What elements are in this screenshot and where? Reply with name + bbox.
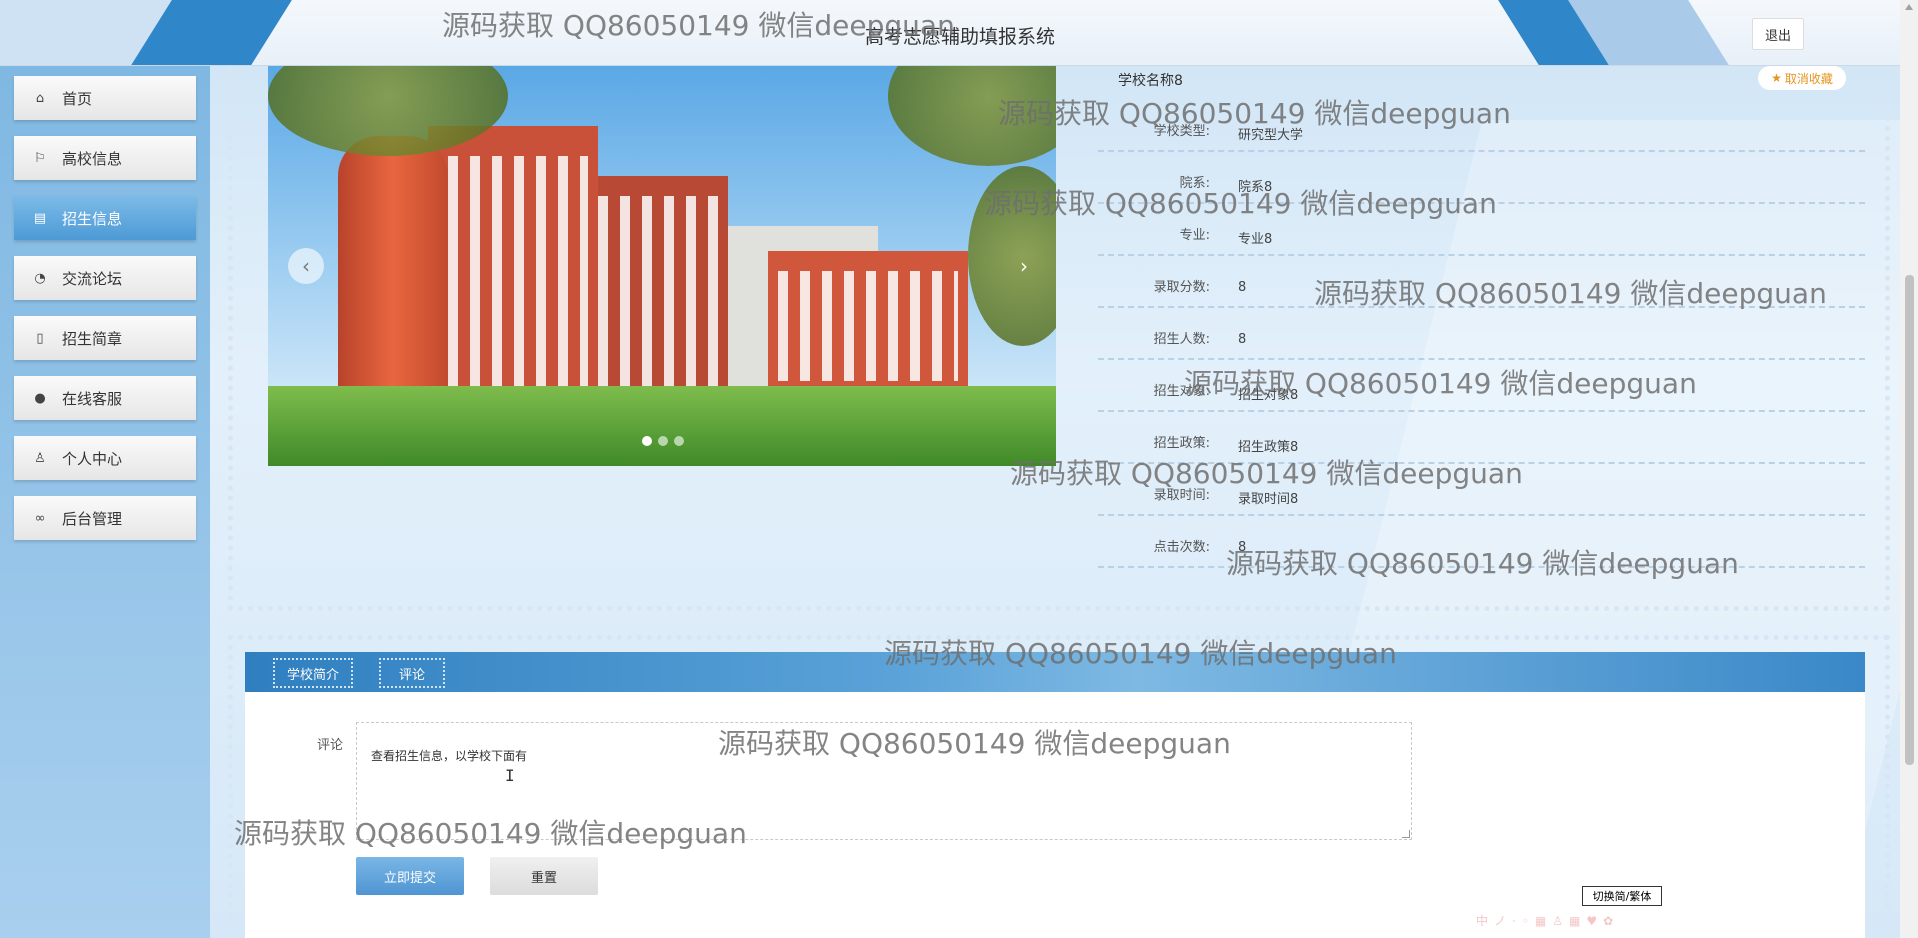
watermark: 源码获取 QQ86050149 微信deepguan: [1010, 457, 1523, 490]
logout-button[interactable]: 退出: [1752, 18, 1804, 50]
star-icon: ★: [1771, 71, 1782, 85]
sidebar-item[interactable]: ⌂ 首页: [14, 76, 196, 120]
tab-comments[interactable]: 评论: [379, 658, 445, 688]
flag-icon: ⚐: [34, 150, 46, 166]
sidebar-item[interactable]: ● 在线客服: [14, 376, 196, 420]
carousel-image-windows: [448, 156, 588, 386]
language-toggle-button[interactable]: 切换简/繁体: [1582, 886, 1662, 906]
sidebar-item-label: 招生简章: [62, 329, 123, 348]
detail-label: 录取分数:: [1153, 280, 1210, 295]
scroll-up-icon[interactable]: [1905, 4, 1913, 10]
sidebar-item[interactable]: ◔ 交流论坛: [14, 256, 196, 300]
detail-label: 招生政策:: [1153, 436, 1210, 451]
carousel-image-grass: [268, 386, 1056, 466]
sidebar-item-label: 在线客服: [62, 389, 123, 408]
tab-school-intro[interactable]: 学校简介: [273, 658, 353, 688]
carousel-image-tower: [338, 136, 448, 406]
book-icon: ▯: [36, 330, 44, 346]
watermark: 源码获取 QQ86050149 微信deepguan: [718, 727, 1231, 760]
favorite-button[interactable]: ★ 取消收藏: [1758, 66, 1846, 90]
sidebar-item[interactable]: ▤ 招生信息: [14, 196, 196, 240]
watermark: 源码获取 QQ86050149 微信deepguan: [984, 187, 1497, 220]
watermark: 源码获取 QQ86050149 微信deepguan: [884, 637, 1397, 670]
reset-button[interactable]: 重置: [490, 857, 598, 895]
carousel-indicators: [642, 436, 684, 446]
sidebar-item-label: 招生信息: [62, 209, 123, 228]
watermark: 源码获取 QQ86050149 微信deepguan: [234, 817, 747, 850]
document-icon: ▤: [33, 210, 47, 226]
carousel-image-windows: [598, 196, 718, 386]
resize-handle[interactable]: [1402, 830, 1410, 838]
ime-toolbar[interactable]: 中ノ·◦▦♙▦♥✿: [1476, 912, 1619, 929]
favorite-label: 取消收藏: [1784, 71, 1833, 86]
palette-icon: ◔: [34, 270, 46, 286]
chat-icon: ●: [34, 390, 46, 406]
watermark: 源码获取 QQ86050149 微信deepguan: [442, 9, 955, 42]
carousel-image-windows: [778, 271, 958, 381]
comment-label: 评论: [317, 738, 344, 753]
sidebar-item[interactable]: ♙ 个人中心: [14, 436, 196, 480]
watermark: 源码获取 QQ86050149 微信deepguan: [1314, 277, 1827, 310]
text-cursor: I: [505, 766, 515, 785]
sidebar-item-label: 个人中心: [62, 449, 123, 468]
detail-value: 8: [1238, 280, 1247, 295]
carousel-indicator[interactable]: [642, 436, 652, 446]
carousel-indicator[interactable]: [674, 436, 684, 446]
home-icon: ⌂: [35, 90, 45, 106]
detail-label: 招生人数:: [1153, 332, 1210, 347]
image-carousel[interactable]: ‹ ›: [268, 66, 1056, 466]
sidebar-item[interactable]: ▯ 招生简章: [14, 316, 196, 360]
detail-row: 招生人数: 8: [1098, 308, 1865, 360]
submit-button[interactable]: 立即提交: [356, 857, 464, 895]
carousel-indicator[interactable]: [658, 436, 668, 446]
sidebar-item-label: 交流论坛: [62, 269, 123, 288]
sidebar-item-label: 高校信息: [62, 149, 123, 168]
link-icon: ∞: [34, 510, 46, 526]
user-icon: ♙: [34, 450, 46, 466]
carousel-prev-button[interactable]: ‹: [288, 248, 324, 284]
sidebar-item[interactable]: ∞ 后台管理: [14, 496, 196, 540]
detail-label: 点击次数:: [1153, 540, 1210, 555]
watermark: 源码获取 QQ86050149 微信deepguan: [1226, 547, 1739, 580]
school-name: 学校名称8: [1118, 73, 1183, 89]
detail-value: 专业8: [1238, 232, 1273, 247]
watermark: 源码获取 QQ86050149 微信deepguan: [998, 97, 1511, 130]
watermark: 源码获取 QQ86050149 微信deepguan: [1184, 367, 1697, 400]
scrollbar-thumb[interactable]: [1905, 275, 1914, 765]
sidebar-item-label: 首页: [62, 89, 93, 108]
detail-label: 专业:: [1179, 228, 1210, 243]
detail-value: 8: [1238, 332, 1247, 347]
carousel-next-button[interactable]: ›: [1006, 248, 1042, 284]
sidebar-item[interactable]: ⚐ 高校信息: [14, 136, 196, 180]
sidebar-item-label: 后台管理: [62, 509, 123, 528]
scrollbar[interactable]: [1900, 0, 1918, 938]
